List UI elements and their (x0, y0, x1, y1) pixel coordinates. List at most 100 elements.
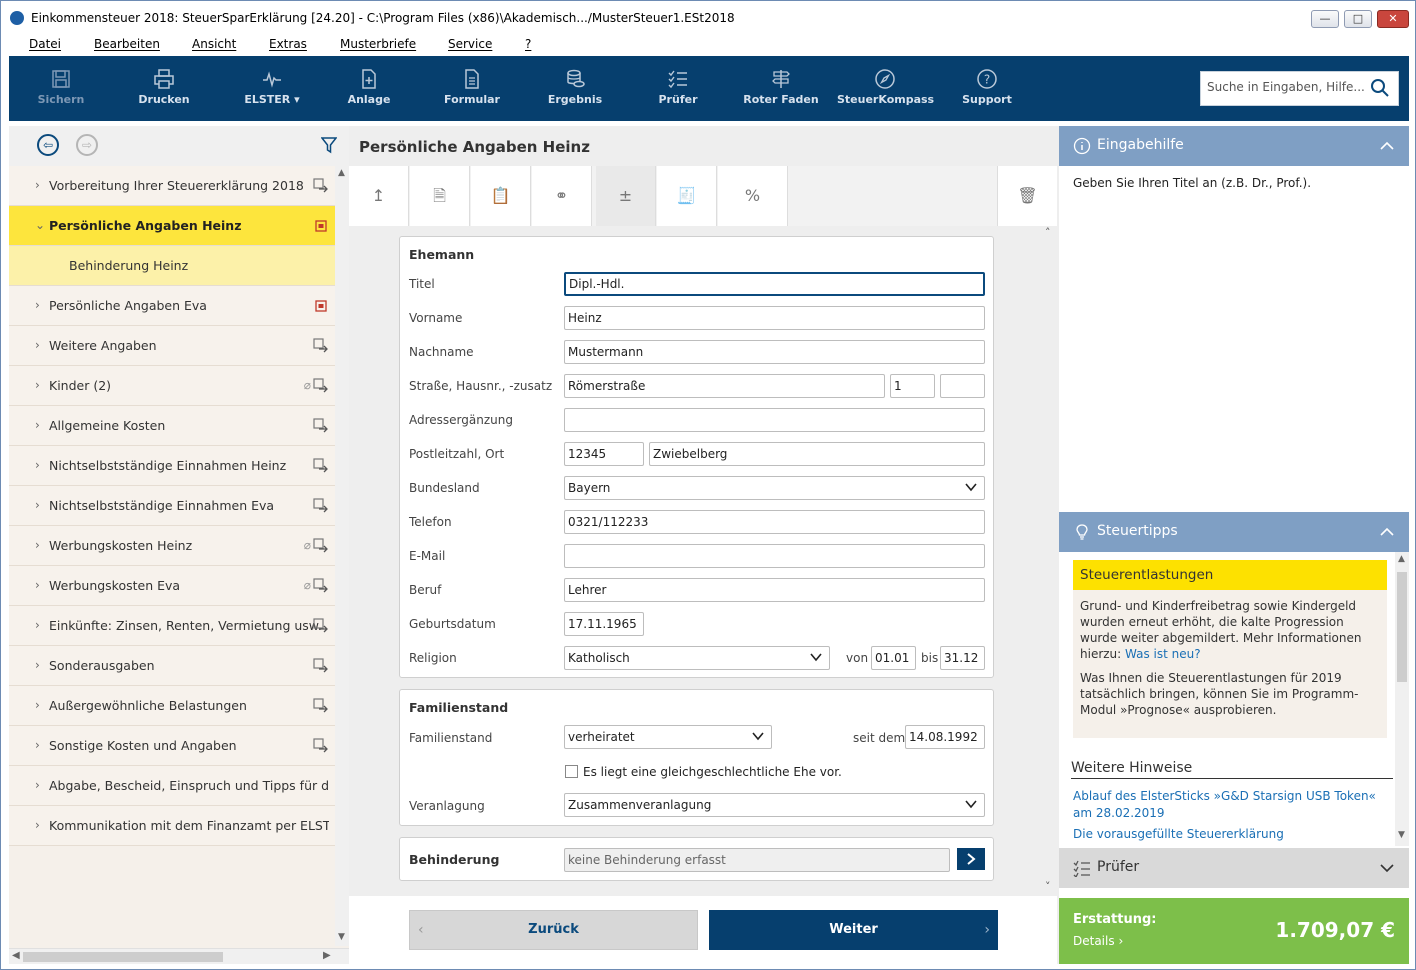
steuerkompass-button[interactable]: SteuerKompass (837, 56, 934, 121)
hint-link-elsterstick[interactable]: Ablauf des ElsterSticks »G&D Starsign US… (1073, 788, 1383, 822)
was-ist-neu-link[interactable]: Was ist neu? (1125, 647, 1201, 661)
nav-item[interactable]: › Weitere Angaben (9, 326, 335, 366)
nav-item[interactable]: ⌄ Persönliche Angaben Heinz (9, 206, 335, 246)
nav-item[interactable]: › Nichtselbstständige Einnahmen Heinz (9, 446, 335, 486)
scroll-thumb[interactable] (1397, 572, 1407, 682)
telefon-input[interactable]: 0321/112233 (564, 510, 985, 534)
receipt-button[interactable]: 🧾 (657, 166, 717, 226)
search-icon[interactable] (1370, 78, 1390, 98)
forward-nav-button[interactable]: ⇨ (76, 134, 98, 156)
nav-item[interactable]: › Werbungskosten Heinz ⌀ (9, 526, 335, 566)
vorname-input[interactable]: Heinz (564, 306, 985, 330)
back-nav-button[interactable]: ⇦ (37, 134, 59, 156)
vorname-label: Vorname (409, 311, 463, 325)
calculator-button[interactable]: ± (596, 166, 656, 226)
minimize-button[interactable]: — (1311, 10, 1339, 28)
filter-icon[interactable] (321, 136, 337, 154)
nav-item[interactable]: › Allgemeine Kosten (9, 406, 335, 446)
anlage-button[interactable]: Anlage (339, 56, 399, 121)
checklist-icon (668, 70, 687, 89)
up-level-button[interactable]: ↥ (349, 166, 409, 226)
menu-ansicht[interactable]: Ansicht (192, 37, 236, 51)
search-input[interactable] (1207, 80, 1367, 94)
steuertipps-header[interactable]: Steuertipps (1059, 512, 1409, 552)
city-input[interactable]: Zwiebelberg (649, 442, 985, 466)
behinderung-open-button[interactable] (957, 848, 985, 870)
eingabehilfe-header[interactable]: Eingabehilfe (1059, 126, 1409, 166)
maximize-button[interactable]: □ (1344, 10, 1372, 28)
religion-to-input[interactable]: 31.12 (940, 646, 985, 670)
chevron-right-icon: › (35, 658, 40, 672)
nav-item[interactable]: › Abgabe, Bescheid, Einspruch und Tipps f… (9, 766, 335, 806)
back-button[interactable]: ‹ Zurück (409, 910, 698, 950)
nav-item[interactable]: › Persönliche Angaben Eva (9, 286, 335, 326)
veranlagung-select[interactable]: Zusammenveranlagung (564, 793, 985, 817)
menu-extras[interactable]: Extras (269, 37, 307, 51)
nav-item[interactable]: › Sonstige Kosten und Angaben (9, 726, 335, 766)
scroll-thumb[interactable] (23, 952, 223, 962)
nav-item[interactable]: › Sonderausgaben (9, 646, 335, 686)
menu-help[interactable]: ? (525, 37, 531, 51)
nav-item[interactable]: › Kommunikation mit dem Finanzamt per ELS… (9, 806, 335, 846)
menu-service[interactable]: Service (448, 37, 492, 51)
nav-item[interactable]: › Vorbereitung Ihrer Steuererklärung 2018 (9, 166, 335, 206)
familienstand-select[interactable]: verheiratet (564, 725, 772, 749)
same-sex-marriage-checkbox[interactable] (565, 765, 578, 778)
menu-bearbeiten[interactable]: Bearbeiten (94, 37, 160, 51)
nav-scrollbar[interactable]: ▲ ▼ (335, 166, 349, 946)
document-button[interactable]: 🗎 (410, 166, 470, 226)
geburtsdatum-input[interactable]: 17.11.1965 (564, 612, 644, 636)
print-button[interactable]: Drucken (134, 56, 194, 121)
nav-header: ⇦ ⇨ (9, 126, 349, 166)
nav-item[interactable]: › Werbungskosten Eva ⌀ (9, 566, 335, 606)
nav-horizontal-scrollbar[interactable]: ◀ ▶ (9, 948, 349, 964)
titel-input[interactable]: Dipl.-Hdl. (564, 272, 985, 296)
pruefer-header[interactable]: Prüfer (1059, 848, 1409, 888)
tips-scrollbar[interactable]: ▲ ▼ (1395, 552, 1409, 846)
nav-item[interactable]: › Einkünfte: Zinsen, Renten, Vermietung u… (9, 606, 335, 646)
menu-datei[interactable]: Datei (29, 37, 61, 51)
menu-musterbriefe[interactable]: Musterbriefe (340, 37, 416, 51)
percent-button[interactable]: % (718, 166, 788, 226)
chevron-right-icon: › (35, 578, 40, 592)
elster-icon (263, 71, 281, 88)
religion-select[interactable]: Katholisch (564, 646, 830, 670)
delete-button[interactable]: 🗑 (997, 166, 1057, 226)
hint-link-vorausgefuellt[interactable]: Die vorausgefüllte Steuererklärung (1073, 826, 1383, 843)
next-button[interactable]: Weiter › (709, 910, 998, 950)
adresse-input[interactable] (564, 408, 985, 432)
nav-item[interactable]: Behinderung Heinz (9, 246, 335, 286)
compass-icon (875, 69, 895, 89)
details-link[interactable]: Details › (1073, 934, 1123, 948)
house-number-input[interactable]: 1 (890, 374, 935, 398)
support-button[interactable]: ? Support (957, 56, 1017, 121)
roter-faden-button[interactable]: Roter Faden (741, 56, 821, 121)
street-input[interactable]: Römerstraße (564, 374, 885, 398)
adresse-label: Adressergänzung (409, 413, 513, 427)
nav-item[interactable]: › Kinder (2) ⌀ (9, 366, 335, 406)
email-input[interactable] (564, 544, 985, 568)
beruf-input[interactable]: Lehrer (564, 578, 985, 602)
save-button[interactable]: Sichern (31, 56, 91, 121)
house-suffix-input[interactable] (940, 374, 985, 398)
nav-item-label: Einkünfte: Zinsen, Renten, Vermietung us… (49, 618, 322, 633)
navigation-panel: ⇦ ⇨ › Vorbereitung Ihrer Steuererklärung … (9, 126, 349, 964)
ergebnis-button[interactable]: Ergebnis (545, 56, 605, 121)
link-button[interactable]: ⚭ (532, 166, 592, 226)
nav-list: › Vorbereitung Ihrer Steuererklärung 2018… (9, 166, 335, 846)
form-icon (465, 69, 479, 89)
seit-input[interactable]: 14.08.1992 (905, 725, 985, 749)
formular-button[interactable]: Formular (442, 56, 502, 121)
zip-input[interactable]: 12345 (564, 442, 644, 466)
close-button[interactable]: ✕ (1377, 10, 1409, 28)
religion-from-input[interactable]: 01.01 (871, 646, 916, 670)
content-scrollbar[interactable]: ˄ ˅ (1043, 226, 1057, 896)
nav-item[interactable]: › Nichtselbstständige Einnahmen Eva (9, 486, 335, 526)
elster-button[interactable]: ELSTER ▾ (237, 56, 307, 121)
clipboard-button[interactable]: 📋 (471, 166, 531, 226)
religion-label: Religion (409, 651, 457, 665)
bundesland-select[interactable]: Bayern (564, 476, 985, 500)
pruefer-button[interactable]: Prüfer (648, 56, 708, 121)
nachname-input[interactable]: Mustermann (564, 340, 985, 364)
nav-item[interactable]: › Außergewöhnliche Belastungen (9, 686, 335, 726)
